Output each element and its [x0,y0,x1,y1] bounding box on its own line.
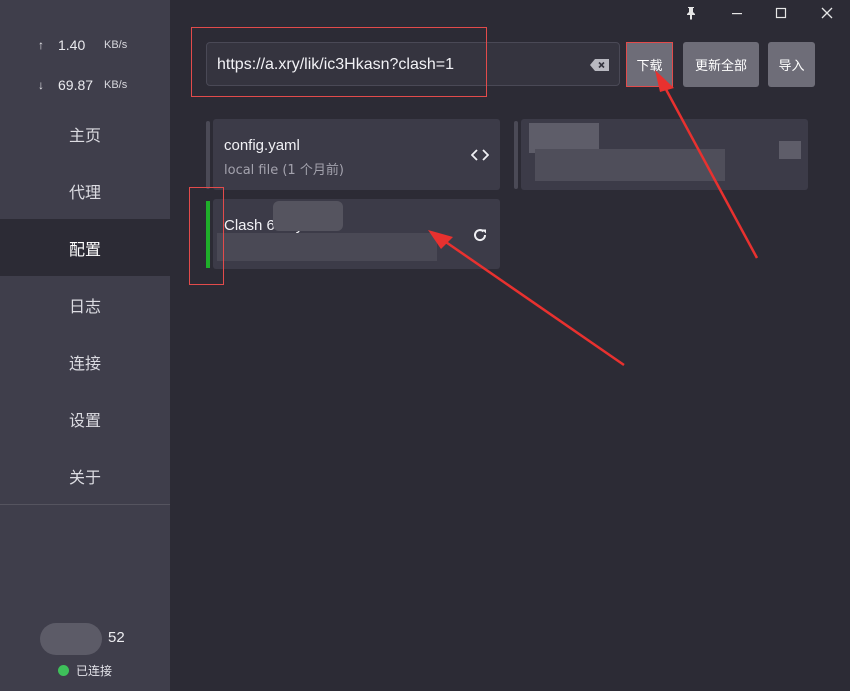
connection-count: 52 [108,629,125,646]
nav-item-settings[interactable]: 设置 [0,390,170,447]
download-value: 69.87 [58,77,94,93]
nav-item-connections[interactable]: 连接 [0,333,170,390]
profile-indicator [514,121,518,189]
import-button[interactable]: 导入 [768,42,815,87]
clear-input-icon[interactable] [589,57,611,71]
url-input[interactable] [215,43,579,87]
refresh-icon[interactable] [471,226,489,244]
download-arrow-icon: ↓ [38,78,44,92]
nav-item-proxy[interactable]: 代理 [0,162,170,219]
connection-status: 已连接 [58,662,112,679]
nav-item-about[interactable]: 关于 [0,447,170,504]
maximize-icon[interactable] [758,0,804,25]
upload-arrow-icon: ↑ [38,38,44,52]
redacted-area [217,233,437,261]
download-speed: ↓ 69.87 KB/s [0,73,170,97]
redacted-area [273,201,343,231]
update-all-button[interactable]: 更新全部 [683,42,759,87]
redacted-area [779,141,801,159]
sidebar-divider [0,504,170,505]
close-icon[interactable] [804,0,850,25]
code-icon[interactable] [471,146,489,164]
upload-speed: ↑ 1.40 KB/s [0,33,170,57]
active-profile-indicator [206,201,210,268]
pin-icon[interactable] [668,0,714,25]
nav-item-home[interactable]: 主页 [0,105,170,162]
status-label: 已连接 [76,664,113,678]
upload-value: 1.40 [58,37,86,53]
avatar [40,623,102,655]
status-dot-icon [58,665,69,676]
profile-indicator [206,121,210,189]
download-button[interactable]: 下载 [626,42,673,87]
sidebar: ↑ 1.40 KB/s ↓ 69.87 KB/s 主页 代理 配置 日志 连接 … [0,0,170,691]
profile-card[interactable]: config.yaml local file (1 个月前) [206,119,500,190]
minimize-icon[interactable] [714,0,760,25]
nav-item-profiles[interactable]: 配置 [0,219,170,276]
profile-subtitle: local file (1 个月前) [224,163,344,178]
profile-title: config.yaml [224,137,300,154]
profile-card-active[interactable]: Clash 607.yaml [213,199,500,269]
url-field[interactable] [206,42,620,87]
upload-unit: KB/s [104,39,128,51]
download-unit: KB/s [104,79,128,91]
redacted-area [535,149,725,181]
nav-item-logs[interactable]: 日志 [0,276,170,333]
profile-card[interactable] [514,119,808,190]
